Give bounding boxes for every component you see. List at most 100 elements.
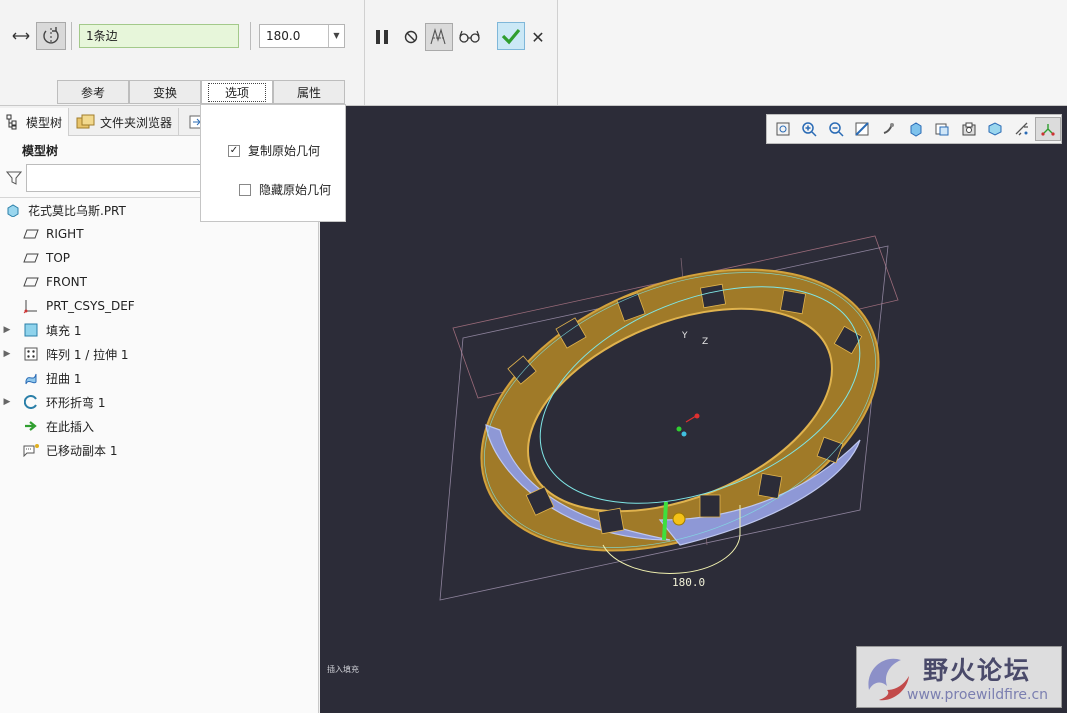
tree-item-label: 已移动副本 1 xyxy=(46,443,118,458)
tab-references[interactable]: 参考 xyxy=(57,80,129,104)
tab-model-tree[interactable]: 模型树 xyxy=(0,108,70,136)
tree-item-label: 阵列 1 / 拉伸 1 xyxy=(46,347,129,362)
dashboard-ribbon: 1条边 180.0 ▼ ✕ 参考 变换 选项 属性 xyxy=(0,0,1067,106)
app-window: 1条边 180.0 ▼ ✕ 参考 变换 选项 属性 模型树 文件夹浏览器 模型树… xyxy=(0,0,1067,713)
move-type-icon[interactable] xyxy=(10,26,32,46)
hide-original-checkbox[interactable] xyxy=(239,183,251,196)
tree-item-label: 环形折弯 1 xyxy=(46,395,106,410)
forum-watermark: 野火论坛 www.proewildfire.cn xyxy=(856,646,1062,708)
datum-plane-icon xyxy=(22,250,40,266)
filter-icon[interactable] xyxy=(5,170,23,189)
expand-arrow-icon[interactable]: ▶ xyxy=(0,349,14,359)
hide-original-label: 隐藏原始几何 xyxy=(259,183,332,197)
angle-value: 180.0 xyxy=(266,29,301,43)
axis-z-label: Z xyxy=(702,337,708,347)
verify-glasses-button[interactable] xyxy=(458,26,482,48)
tree-item-label: TOP xyxy=(46,251,71,265)
tab-folder-browser[interactable]: 文件夹浏览器 xyxy=(70,108,180,136)
graphics-viewport[interactable]: Y Z 180.0 插入填充 xyxy=(320,106,1067,713)
tree-item-label: RIGHT xyxy=(46,227,84,241)
tab-label: 属性 xyxy=(296,85,321,100)
tree-item-label: 扭曲 1 xyxy=(46,371,82,386)
tree-item-label: 填充 1 xyxy=(46,323,82,338)
rotate-mode-button[interactable] xyxy=(36,22,66,50)
edge-reference-field[interactable]: 1条边 xyxy=(79,24,239,48)
copy-original-checkbox-row[interactable]: ✓ 复制原始几何 xyxy=(228,142,320,159)
tree-item-front[interactable]: FRONT xyxy=(0,271,318,293)
tab-label: 参考 xyxy=(80,85,105,100)
confirm-button[interactable] xyxy=(497,22,525,50)
pattern-icon xyxy=(22,346,40,362)
view-manager-icon[interactable] xyxy=(956,117,982,141)
close-icon: ✕ xyxy=(531,27,545,47)
tab-label: 文件夹浏览器 xyxy=(100,115,173,130)
tree-item-pattern[interactable]: ▶ 阵列 1 / 拉伸 1 xyxy=(0,343,318,365)
angle-dimension-label[interactable]: 180.0 xyxy=(672,576,705,589)
ribbon-right-area xyxy=(557,0,1067,105)
expand-arrow-icon[interactable]: ▶ xyxy=(0,397,14,407)
datum-plane-icon xyxy=(22,274,40,290)
tab-label: 选项 xyxy=(207,82,266,102)
saved-views-icon[interactable] xyxy=(929,117,955,141)
moved-copy-icon xyxy=(22,442,40,458)
no-preview-button[interactable] xyxy=(401,26,421,48)
toroidal-bend-icon xyxy=(22,394,40,410)
separator xyxy=(71,22,72,50)
tree-filter-input[interactable] xyxy=(26,164,206,192)
pause-button[interactable] xyxy=(372,26,392,48)
model-tree-icon xyxy=(6,114,17,130)
view-toolbar xyxy=(766,114,1062,144)
fill-icon xyxy=(22,322,40,338)
repaint-icon[interactable] xyxy=(850,117,876,141)
preview-button[interactable] xyxy=(425,23,453,51)
zoom-in-icon[interactable] xyxy=(797,117,823,141)
watermark-url: www.proewildfire.cn xyxy=(907,687,1049,703)
tree-item-moved-copy[interactable]: 已移动副本 1 xyxy=(0,439,318,461)
datum-plane-icon xyxy=(22,226,40,242)
mobius-ring-model[interactable] xyxy=(440,215,920,604)
refit-icon[interactable] xyxy=(770,117,796,141)
tree-item-fill[interactable]: ▶ 填充 1 xyxy=(0,319,318,341)
dropdown-arrow-icon[interactable]: ▼ xyxy=(328,25,344,47)
expand-arrow-icon[interactable]: ▶ xyxy=(0,325,14,335)
rotate-icon xyxy=(43,27,59,44)
tab-transform[interactable]: 变换 xyxy=(129,80,201,104)
tree-item-top[interactable]: TOP xyxy=(0,247,318,269)
folder-browser-icon xyxy=(76,114,95,129)
tree-item-label: 花式莫比乌斯.PRT xyxy=(28,203,126,218)
model-view[interactable]: Y Z 180.0 xyxy=(320,106,1067,713)
datum-display-icon[interactable] xyxy=(1009,117,1035,141)
tree-item-label: 在此插入 xyxy=(46,419,95,434)
part-icon xyxy=(4,202,22,218)
tree-item-label: FRONT xyxy=(46,275,87,289)
angle-value-field[interactable]: 180.0 ▼ xyxy=(259,24,345,48)
annotation-display-icon[interactable] xyxy=(1035,117,1062,141)
tree-title: 模型树 xyxy=(22,144,59,158)
cancel-button[interactable]: ✕ xyxy=(529,26,547,48)
no-preview-icon xyxy=(404,30,418,44)
copy-original-checkbox[interactable]: ✓ xyxy=(228,144,240,157)
insert-here-arrow-icon xyxy=(22,418,40,434)
pause-icon xyxy=(376,30,388,44)
display-style-icon[interactable] xyxy=(903,117,929,141)
zoom-out-icon[interactable] xyxy=(823,117,849,141)
tree-item-right[interactable]: RIGHT xyxy=(0,223,318,245)
tree-item-warp[interactable]: 扭曲 1 xyxy=(0,367,318,389)
tab-label: 模型树 xyxy=(26,115,63,130)
insert-hint-text: 插入填充 xyxy=(327,665,359,674)
perspective-icon[interactable] xyxy=(982,117,1008,141)
copy-original-label: 复制原始几何 xyxy=(248,144,321,158)
checkmark-icon xyxy=(501,28,521,45)
separator xyxy=(364,0,365,105)
tab-properties[interactable]: 属性 xyxy=(273,80,345,104)
watermark-title: 野火论坛 xyxy=(923,656,1032,685)
warp-icon xyxy=(22,370,40,386)
spin-center-icon[interactable] xyxy=(876,117,902,141)
tree-item-label: PRT_CSYS_DEF xyxy=(46,299,135,313)
hide-original-checkbox-row[interactable]: 隐藏原始几何 xyxy=(239,181,331,198)
tab-options[interactable]: 选项 xyxy=(201,80,273,104)
geometry-preview-icon xyxy=(430,28,446,45)
tree-item-insert-here[interactable]: 在此插入 xyxy=(0,415,318,437)
tree-item-toroidal-bend[interactable]: ▶ 环形折弯 1 xyxy=(0,391,318,413)
tree-item-csys[interactable]: PRT_CSYS_DEF xyxy=(0,295,318,317)
